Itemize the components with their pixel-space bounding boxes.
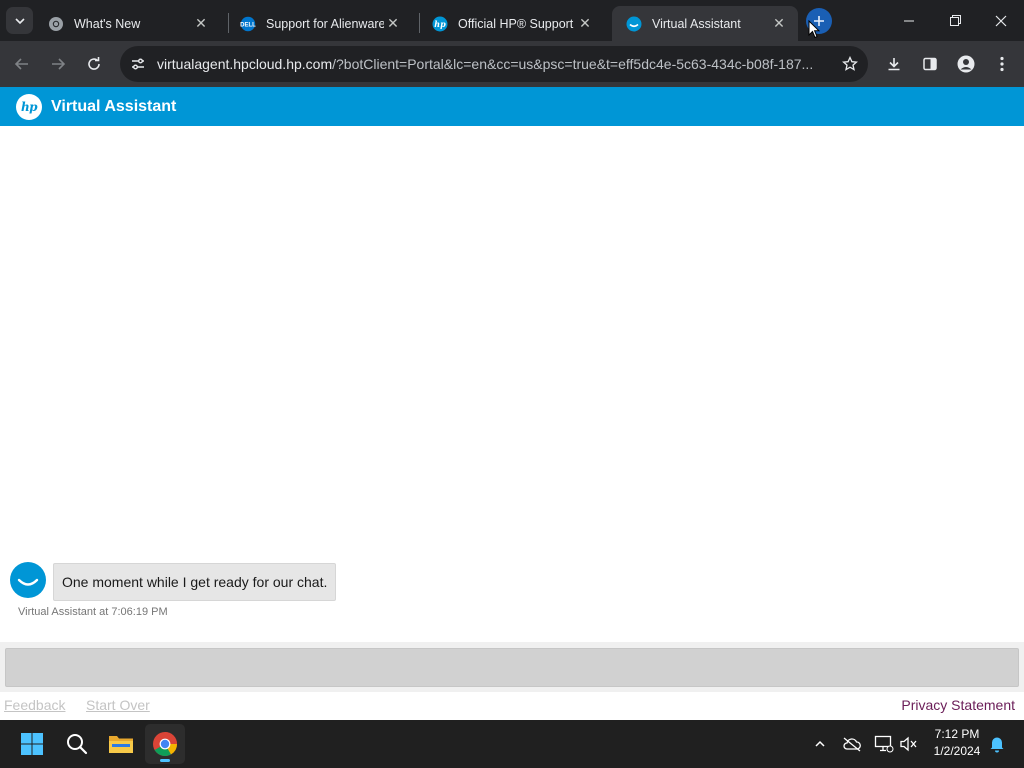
url-path: /?botClient=Portal&lc=en&cc=us&psc=true&…: [332, 56, 814, 72]
chat-message-sender: Virtual Assistant: [18, 606, 97, 618]
url-host: virtualagent.hpcloud.hp.com: [157, 56, 333, 72]
feedback-link[interactable]: Feedback: [4, 697, 65, 713]
profile-button[interactable]: [951, 49, 981, 79]
tab-title: Virtual Assistant: [652, 16, 741, 31]
browser-toolbar: virtualagent.hpcloud.hp.com/?botClient=P…: [0, 41, 1024, 87]
back-button[interactable]: [7, 49, 37, 79]
windows-taskbar: 7:12 PM 1/2/2024: [0, 720, 1024, 768]
star-icon: [842, 56, 858, 71]
close-window-button[interactable]: [978, 0, 1024, 41]
active-app-indicator: [160, 759, 170, 762]
bot-avatar-icon: [10, 562, 46, 598]
taskbar-clock[interactable]: 7:12 PM 1/2/2024: [926, 726, 988, 760]
start-over-link[interactable]: Start Over: [86, 697, 150, 713]
bookmark-button[interactable]: [832, 46, 868, 82]
file-explorer-button[interactable]: [101, 724, 141, 764]
reload-icon: [88, 57, 100, 70]
volume-muted-icon: [900, 736, 917, 752]
close-icon[interactable]: ✕: [192, 15, 210, 33]
chat-input-area: [0, 642, 1024, 692]
bell-icon: [990, 737, 1004, 753]
chat-message-bubble: One moment while I get ready for our cha…: [53, 563, 337, 601]
arrow-right-icon: [52, 58, 66, 70]
tab-search-button[interactable]: [6, 7, 33, 34]
tab-whats-new[interactable]: What's New ✕: [34, 6, 220, 41]
more-vertical-icon: [1000, 56, 1004, 72]
page-header: hp Virtual Assistant: [0, 87, 1024, 126]
notifications-button[interactable]: [985, 732, 1009, 756]
chat-message-text: One moment while I get ready for our cha…: [62, 574, 328, 590]
chat-message-meta: Virtual Assistant at 7:06:19 PM: [18, 606, 168, 618]
chat-message-at: at: [99, 606, 109, 618]
close-icon[interactable]: ✕: [576, 15, 594, 33]
hp-icon: hp: [432, 16, 448, 32]
network-icon: [874, 735, 894, 753]
chat-message-time: 7:06:19 PM: [111, 606, 168, 618]
page-footer: Feedback Start Over Privacy Statement: [0, 692, 1024, 720]
show-hidden-icons-button[interactable]: [808, 732, 832, 756]
chevron-up-icon: [815, 740, 825, 747]
download-icon: [888, 58, 900, 71]
cloud-off-icon: [843, 737, 861, 752]
chrome-icon: [48, 16, 64, 32]
privacy-statement-link[interactable]: Privacy Statement: [901, 697, 1015, 713]
tab-strip: What's New ✕ DELL Support for Alienware …: [0, 0, 1024, 41]
chevron-down-icon: [14, 17, 25, 24]
tab-title: Official HP® Support: [458, 16, 574, 31]
page-title: Virtual Assistant: [51, 97, 177, 115]
forward-button[interactable]: [43, 49, 73, 79]
network-tray-button[interactable]: [872, 732, 896, 756]
tab-title: Support for Alienware: [266, 16, 384, 31]
chrome-icon: [153, 732, 177, 757]
side-panel-icon: [923, 57, 937, 71]
hp-logo-text: hp: [20, 99, 38, 114]
volume-tray-button[interactable]: [897, 732, 921, 756]
clock-date: 1/2/2024: [933, 744, 981, 758]
close-icon[interactable]: ✕: [770, 15, 788, 33]
tab-support-alienware[interactable]: DELL Support for Alienware ✕: [226, 6, 412, 41]
tab-official-hp-support[interactable]: hp Official HP® Support ✕: [418, 6, 604, 41]
url-text[interactable]: virtualagent.hpcloud.hp.com/?botClient=P…: [156, 56, 832, 72]
site-settings-icon[interactable]: [120, 46, 156, 82]
profile-icon: [957, 55, 975, 73]
side-panel-button[interactable]: [915, 49, 945, 79]
mouse-cursor-icon: [808, 20, 820, 39]
search-icon: [67, 734, 88, 755]
close-icon[interactable]: ✕: [384, 15, 402, 33]
hp-logo: hp: [16, 93, 42, 120]
clock-time: 7:12 PM: [934, 727, 980, 741]
chat-input[interactable]: [5, 648, 1019, 687]
restore-button[interactable]: [932, 0, 978, 41]
minimize-button[interactable]: [886, 0, 932, 41]
virtual-assistant-icon: [626, 16, 642, 32]
address-bar[interactable]: virtualagent.hpcloud.hp.com/?botClient=P…: [120, 46, 868, 82]
minimize-icon: [904, 20, 914, 21]
chrome-taskbar-button[interactable]: [145, 724, 185, 764]
windows-icon: [21, 733, 43, 755]
dell-icon: DELL: [240, 16, 256, 32]
start-button[interactable]: [12, 724, 52, 764]
restore-icon: [949, 15, 961, 26]
arrow-left-icon: [14, 58, 28, 70]
onedrive-tray-button[interactable]: [840, 732, 864, 756]
svg-text:hp: hp: [434, 19, 446, 29]
close-icon: [995, 15, 1007, 26]
svg-text:DELL: DELL: [240, 22, 256, 28]
tab-virtual-assistant[interactable]: Virtual Assistant ✕: [612, 6, 798, 41]
folder-icon: [109, 736, 133, 753]
search-button[interactable]: [57, 724, 97, 764]
chat-transcript: One moment while I get ready for our cha…: [0, 126, 1024, 642]
menu-button[interactable]: [987, 49, 1017, 79]
reload-button[interactable]: [79, 49, 109, 79]
downloads-button[interactable]: [879, 49, 909, 79]
tab-title: What's New: [74, 16, 141, 31]
